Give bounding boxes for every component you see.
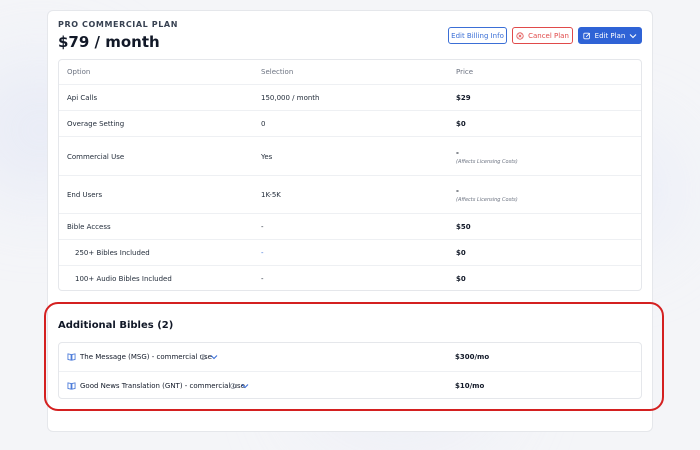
header-price: Price [456, 68, 474, 76]
cancel-circle-icon [516, 31, 524, 40]
row-price-note: (Affects Licensing Costs) [456, 197, 518, 203]
table-row: 100+ Audio Bibles Included - $0 [59, 265, 641, 292]
bible-name: Good News Translation (GNT) - commercial… [80, 382, 245, 390]
row-option: 250+ Bibles Included [75, 249, 150, 257]
row-selection: 150,000 / month [261, 94, 320, 102]
row-selection: - [261, 223, 264, 231]
bible-price: $300/mo [455, 353, 490, 361]
table-row: 250+ Bibles Included - $0 [59, 239, 641, 266]
plan-label: PRO COMMERCIAL PLAN [58, 20, 178, 29]
info-icon[interactable] [230, 383, 236, 389]
chevron-down-icon[interactable] [241, 383, 249, 389]
additional-bibles-list: The Message (MSG) - commercial use $300/… [58, 342, 642, 399]
row-price: $29 [456, 94, 471, 102]
edit-plan-label: Edit Plan [594, 31, 626, 40]
additional-bibles-title: Additional Bibles (2) [58, 320, 174, 331]
table-row: End Users 1K-5K - (Affects Licensing Cos… [59, 175, 641, 214]
plan-price: $79 / month [58, 33, 160, 51]
table-header-row: Option Selection Price [59, 60, 641, 84]
edit-plan-button[interactable]: Edit Plan [578, 27, 642, 44]
book-icon [67, 382, 76, 390]
row-option: Overage Setting [67, 120, 125, 128]
row-price-cell: - (Affects Licensing Costs) [456, 176, 518, 214]
row-price: $0 [456, 120, 466, 128]
row-price: - [456, 187, 459, 195]
row-option: Api Calls [67, 94, 98, 102]
row-selection: - [261, 275, 264, 283]
info-icon[interactable] [200, 354, 206, 360]
table-row: Overage Setting 0 $0 [59, 110, 641, 137]
chevron-down-icon[interactable] [210, 354, 218, 360]
row-price-cell: - (Affects Licensing Costs) [456, 137, 518, 176]
cancel-plan-button[interactable]: Cancel Plan [512, 27, 573, 44]
row-selection: 0 [261, 120, 266, 128]
list-item: Good News Translation (GNT) - commercial… [59, 371, 641, 400]
list-item: The Message (MSG) - commercial use $300/… [59, 343, 641, 371]
bible-name: The Message (MSG) - commercial use [80, 353, 212, 361]
row-price: $50 [456, 223, 471, 231]
header-option: Option [67, 68, 91, 76]
chevron-down-icon [629, 33, 637, 39]
table-row: Bible Access - $50 [59, 213, 641, 240]
bible-price: $10/mo [455, 382, 485, 390]
plan-options-table: Option Selection Price Api Calls 150,000… [58, 59, 642, 291]
row-option: Commercial Use [67, 152, 125, 161]
row-selection: - [261, 249, 264, 257]
edit-icon [583, 32, 591, 40]
row-selection: 1K-5K [261, 191, 281, 199]
header-selection: Selection [261, 68, 294, 76]
row-option: End Users [67, 191, 103, 199]
row-price: - [456, 148, 459, 157]
book-icon [67, 353, 76, 361]
row-selection: Yes [261, 152, 273, 161]
edit-billing-button[interactable]: Edit Billing Info [448, 27, 507, 44]
table-row: Commercial Use Yes - (Affects Licensing … [59, 136, 641, 176]
row-price-note: (Affects Licensing Costs) [456, 158, 518, 165]
row-price: $0 [456, 275, 466, 283]
table-row: Api Calls 150,000 / month $29 [59, 84, 641, 111]
row-option: 100+ Audio Bibles Included [75, 275, 172, 283]
row-price: $0 [456, 249, 466, 257]
cancel-plan-label: Cancel Plan [528, 31, 569, 40]
row-option: Bible Access [67, 223, 111, 231]
edit-billing-label: Edit Billing Info [451, 31, 504, 40]
